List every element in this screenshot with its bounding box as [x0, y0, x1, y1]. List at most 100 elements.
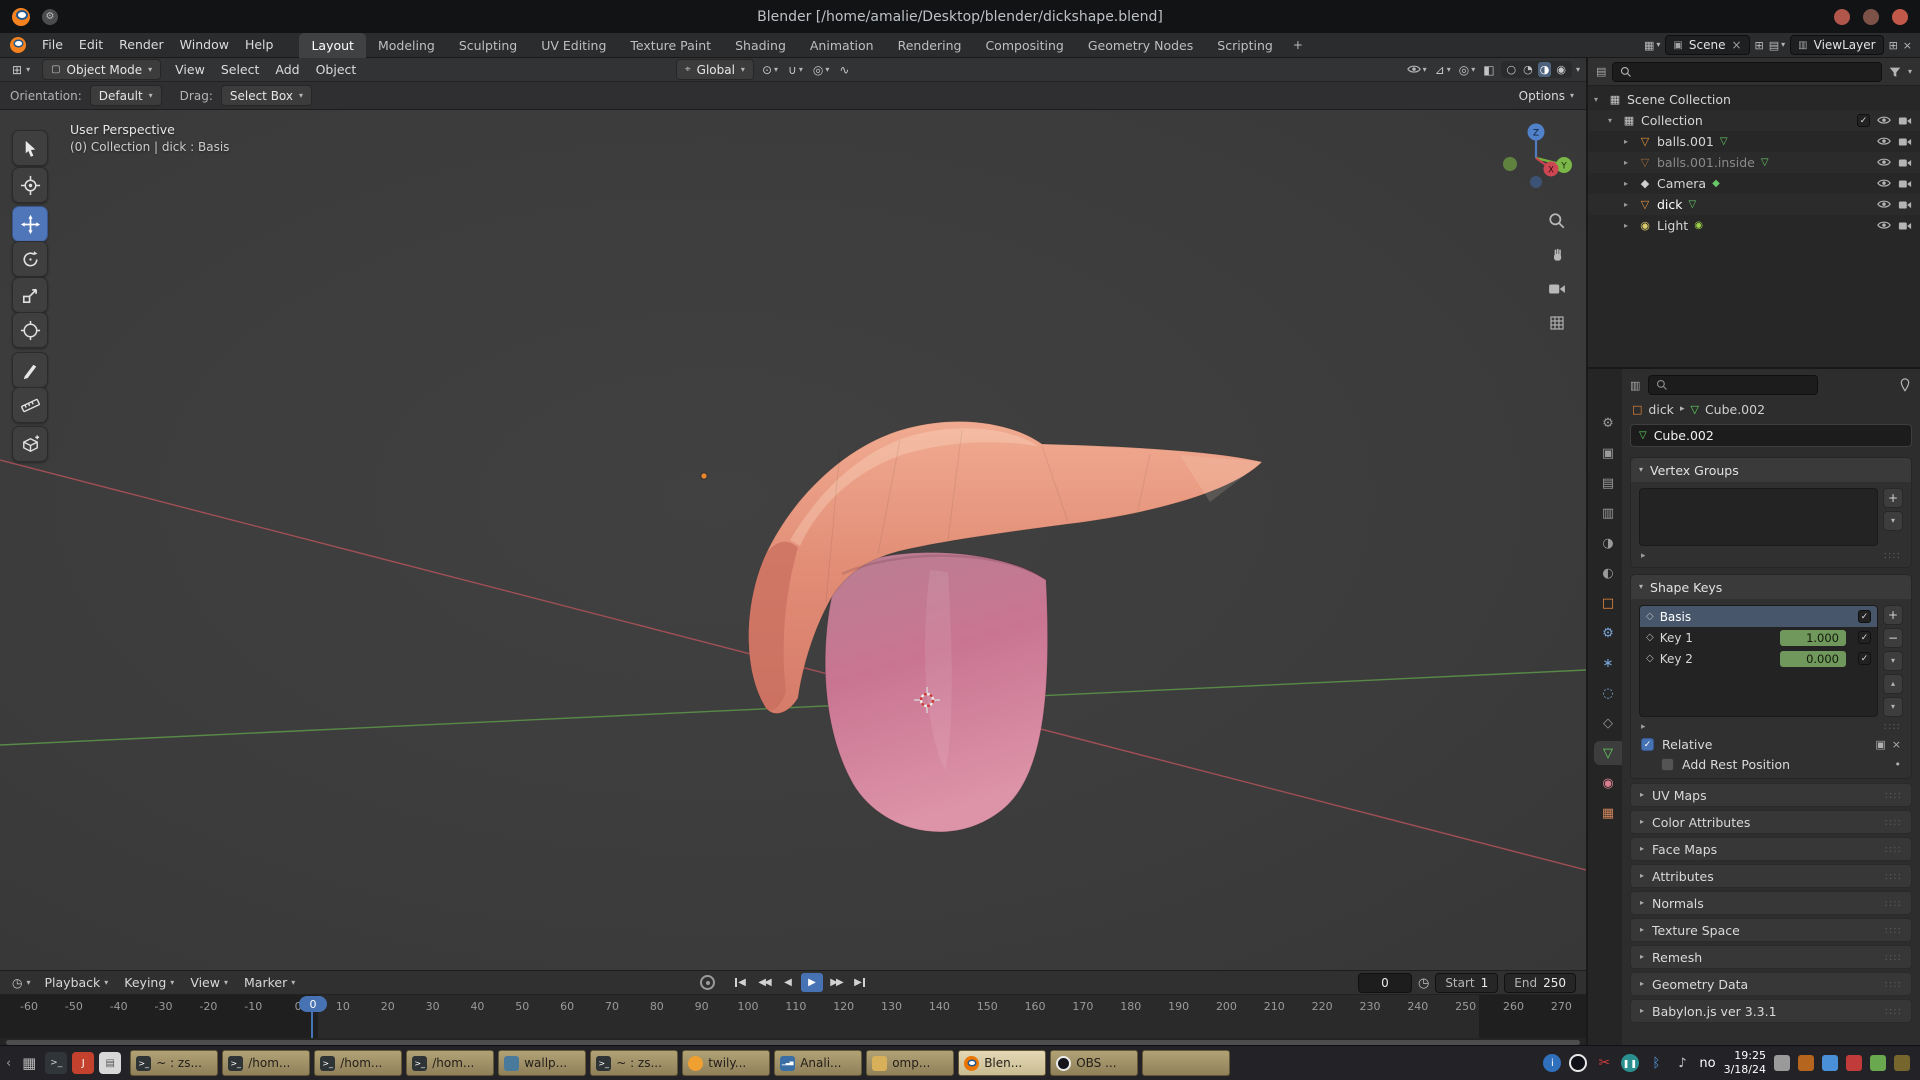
shape-key-edit-mode-icon[interactable]: ▣ — [1875, 738, 1885, 751]
workspace-tab[interactable]: Texture Paint — [618, 33, 723, 58]
timeline-ruler[interactable]: -60-50-40-30-20-100102030405060708090100… — [0, 995, 1586, 1038]
zoom-icon[interactable] — [1546, 210, 1568, 232]
render-visibility-icon[interactable] — [1898, 156, 1912, 170]
start-frame-field[interactable]: Start 1 — [1435, 973, 1498, 993]
taskbar-window-button[interactable]: OBS ... — [1050, 1050, 1138, 1076]
shape-key-move-up-button[interactable]: ▴ — [1883, 674, 1903, 694]
options-dropdown[interactable]: Options ▾ — [1519, 89, 1574, 103]
vertex-groups-list[interactable] — [1639, 488, 1878, 546]
menubar-menu[interactable]: Render — [111, 33, 172, 57]
shape-keys-header[interactable]: ▾ Shape Keys — [1631, 575, 1911, 599]
properties-tab[interactable] — [1594, 531, 1622, 555]
object-type-visibility-icon[interactable]: ▾ — [1405, 63, 1429, 77]
tray-extra-icon-5[interactable] — [1870, 1055, 1886, 1071]
drag-setting-dropdown[interactable]: Select Box ▾ — [221, 85, 312, 106]
shading-wireframe-icon[interactable]: ○ — [1505, 62, 1519, 77]
new-scene-icon[interactable]: ⊞ — [1755, 39, 1764, 52]
tray-extra-icon-2[interactable] — [1798, 1055, 1814, 1071]
workspace-tab[interactable]: Layout — [299, 33, 366, 58]
render-visibility-icon[interactable] — [1898, 198, 1912, 212]
properties-section-header[interactable]: ▸ Texture Space :::: — [1630, 918, 1912, 942]
orientation-setting-dropdown[interactable]: Default ▾ — [90, 85, 162, 106]
tray-extra-icon-4[interactable] — [1846, 1055, 1862, 1071]
file-manager-icon[interactable]: ▤ — [99, 1052, 121, 1074]
properties-section-header[interactable]: ▸ Normals :::: — [1630, 891, 1912, 915]
tray-extra-icon-1[interactable] — [1774, 1055, 1790, 1071]
window-menu-icon[interactable]: ⚙ — [42, 9, 58, 25]
play-reverse-button[interactable]: ◀ — [777, 973, 799, 992]
timeline-menu[interactable]: Playback▾ — [37, 975, 117, 990]
pin-id-icon[interactable] — [1898, 378, 1912, 392]
properties-section-header[interactable]: ▸ Babylon.js ver 3.3.1 :::: — [1630, 999, 1912, 1023]
menubar-menu[interactable]: Edit — [71, 33, 111, 57]
taskbar-collapse-icon[interactable]: ‹ — [6, 1056, 11, 1071]
audio-tray-icon[interactable]: ♪ — [1673, 1054, 1691, 1072]
add-rest-position-checkbox[interactable] — [1661, 758, 1674, 771]
render-visibility-icon[interactable] — [1898, 135, 1912, 149]
window-minimize-button[interactable] — [1834, 9, 1850, 25]
hide-eye-icon[interactable] — [1877, 135, 1891, 149]
vertex-groups-header[interactable]: ▾ Vertex Groups — [1631, 458, 1911, 482]
window-close-button[interactable] — [1892, 9, 1908, 25]
workspace-tab[interactable]: Geometry Nodes — [1076, 33, 1205, 58]
workspace-tab[interactable]: Rendering — [886, 33, 974, 58]
viewport-menu[interactable]: Object — [308, 58, 365, 82]
timeline-menu[interactable]: Keying▾ — [116, 975, 182, 990]
taskbar-window-button[interactable]: /hom... — [222, 1050, 310, 1076]
collection-checkbox[interactable]: ✓ — [1857, 114, 1870, 127]
shading-dropdown-icon[interactable]: ▾ — [1576, 66, 1580, 74]
menubar-menu[interactable]: Help — [237, 33, 282, 57]
properties-section-header[interactable]: ▸ Geometry Data :::: — [1630, 972, 1912, 996]
taskbar-window-button[interactable]: Blen... — [958, 1050, 1046, 1076]
auto-keyframe-record-icon[interactable] — [700, 975, 715, 990]
gizmos-toggle-icon[interactable]: ⊿▾ — [1433, 63, 1453, 77]
measure-tool-button[interactable] — [12, 387, 48, 423]
shape-key-move-down-button[interactable]: ▾ — [1883, 697, 1903, 717]
hide-eye-icon[interactable] — [1877, 114, 1891, 128]
editor-type-selector[interactable]: ⊞▾ — [6, 63, 36, 77]
jump-to-end-button[interactable]: ▶ — [849, 973, 871, 992]
properties-tab[interactable] — [1594, 621, 1622, 645]
disclosure-icon[interactable]: ▾ — [1594, 95, 1607, 104]
screenshot-tray-icon[interactable]: ✂ — [1595, 1054, 1613, 1072]
new-viewlayer-icon[interactable]: ⊞ — [1889, 39, 1898, 52]
preview-range-clock-icon[interactable]: ◷ — [1418, 976, 1429, 991]
properties-tab[interactable] — [1594, 741, 1622, 765]
disclosure-icon[interactable]: ▸ — [1624, 179, 1637, 188]
taskbar-window-button[interactable] — [1142, 1050, 1230, 1076]
timeline-menu[interactable]: Marker▾ — [236, 975, 303, 990]
taskbar-window-button[interactable]: /hom... — [406, 1050, 494, 1076]
outliner-row[interactable]: ▾ Scene Collection ✓ — [1588, 89, 1920, 110]
shape-key-remove-button[interactable]: − — [1883, 628, 1903, 648]
properties-tab[interactable] — [1594, 411, 1622, 435]
shading-rendered-icon[interactable]: ◉ — [1554, 62, 1568, 77]
properties-tab[interactable] — [1594, 771, 1622, 795]
viewlayer-browse-icon[interactable]: ▤▾ — [1769, 39, 1785, 52]
shape-key-row-key2[interactable]: ◇ Key 2 0.000 ✓ — [1640, 648, 1877, 669]
shape-key-mute-checkbox[interactable]: ✓ — [1858, 610, 1871, 623]
tray-extra-icon-6[interactable] — [1894, 1055, 1910, 1071]
properties-tab[interactable] — [1594, 801, 1622, 825]
obs-tray-icon[interactable] — [1569, 1054, 1587, 1072]
jdownloader-icon[interactable]: J — [72, 1052, 94, 1074]
viewport-canvas[interactable]: User Perspective (0) Collection | dick :… — [0, 110, 1586, 970]
shape-key-row-basis[interactable]: ◇ Basis ✓ — [1640, 606, 1877, 627]
properties-tab[interactable] — [1594, 591, 1622, 615]
properties-tab[interactable] — [1594, 711, 1622, 735]
remove-viewlayer-icon[interactable]: × — [1903, 39, 1912, 52]
hide-eye-icon[interactable] — [1877, 219, 1891, 233]
properties-section-header[interactable]: ▸ Color Attributes :::: — [1630, 810, 1912, 834]
render-visibility-icon[interactable] — [1898, 114, 1912, 128]
properties-tab[interactable] — [1594, 561, 1622, 585]
properties-tab[interactable] — [1594, 441, 1622, 465]
play-button[interactable]: ▶ — [801, 973, 823, 992]
shape-key-add-button[interactable]: + — [1883, 605, 1903, 625]
disclosure-icon[interactable]: ▸ — [1624, 137, 1637, 146]
viewport-menu[interactable]: Select — [213, 58, 268, 82]
timeline-menu[interactable]: View▾ — [182, 975, 236, 990]
show-desktop-icon[interactable]: ▦ — [18, 1052, 40, 1074]
disclosure-icon[interactable]: ▾ — [1608, 116, 1621, 125]
taskbar-window-button[interactable]: omp... — [866, 1050, 954, 1076]
rotate-tool-button[interactable] — [12, 241, 48, 277]
gizmo-neg-y-axis[interactable] — [1503, 157, 1517, 171]
